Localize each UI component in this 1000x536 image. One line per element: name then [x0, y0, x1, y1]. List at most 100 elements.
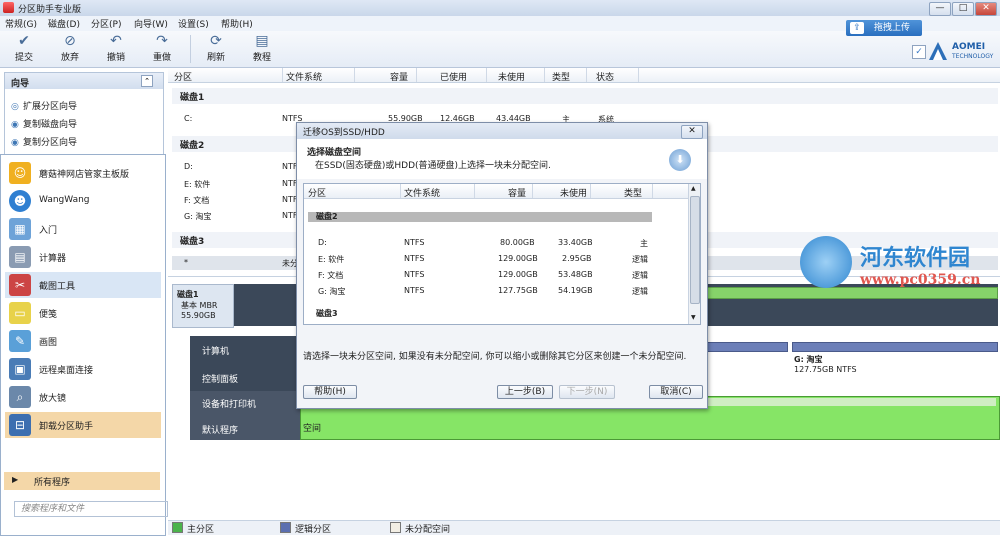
list-item[interactable]: D: NTFS 80.00GB 33.40GB 主	[304, 236, 688, 250]
watermark: 河东软件园 www.pc0359.cn	[800, 236, 1000, 292]
disk1-group: 磁盘1	[172, 88, 998, 104]
scroll-thumb[interactable]	[690, 196, 700, 304]
refresh-label: 刷新	[206, 53, 225, 63]
start-right-default-programs[interactable]: 默认程序	[202, 423, 238, 436]
app-icon	[3, 2, 14, 13]
col-partition[interactable]: 分区	[308, 186, 326, 199]
help-button[interactable]: 帮助(H)	[303, 385, 357, 399]
start-right-control-panel[interactable]: 控制面板	[202, 372, 238, 385]
cancel-button[interactable]: 取消(C)	[649, 385, 703, 399]
start-item-wangwang[interactable]: ☻ WangWang	[5, 188, 161, 214]
partition-g-info[interactable]: G: 淘宝 127.75GB NTFS	[792, 352, 998, 378]
minimize-button[interactable]: —	[929, 2, 951, 16]
menu-partition[interactable]: 分区(P)	[91, 17, 121, 30]
discard-label: 放弃	[60, 53, 79, 63]
start-item-paint[interactable]: ✎ 画图	[5, 328, 161, 354]
apply-button[interactable]: ✔ 提交	[6, 33, 42, 63]
redo-button[interactable]: ↷ 重做	[144, 33, 180, 63]
mogu-icon: ☺	[9, 162, 31, 184]
next-button[interactable]: 下一步(N)	[559, 385, 615, 399]
disk-icon: ⬇	[669, 149, 691, 171]
prev-button[interactable]: 上一步(B)	[497, 385, 553, 399]
menu-help[interactable]: 帮助(H)	[221, 17, 253, 30]
start-item-snipping-tool[interactable]: ✂ 截图工具	[5, 272, 161, 298]
cell-partition: D:	[184, 162, 193, 171]
col-type[interactable]: 类型	[552, 70, 570, 83]
col-capacity[interactable]: 容量	[508, 186, 526, 199]
migrate-os-dialog: 迁移OS到SSD/HDD ✕ 选择磁盘空间 在SSD(固态硬盘)或HDD(普通硬…	[296, 122, 708, 409]
disk1-info[interactable]: 磁盘1 基本 MBR 55.90GB	[172, 284, 234, 328]
option-checkbox[interactable]: ✓	[912, 45, 926, 59]
menu-disk[interactable]: 磁盘(D)	[48, 17, 80, 30]
refresh-button[interactable]: ⟳ 刷新	[198, 33, 234, 63]
copy-disk-icon: ◉	[11, 120, 19, 130]
dialog-close-button[interactable]: ✕	[681, 125, 703, 139]
cell-free: 33.40GB	[558, 238, 593, 247]
col-partition[interactable]: 分区	[174, 70, 192, 83]
upload-button[interactable]: ⇪ 拖拽上传	[846, 20, 922, 36]
col-free[interactable]: 未使用	[498, 70, 525, 83]
close-button[interactable]: ✕	[975, 2, 997, 16]
wizard-item-copy-disk[interactable]: ◉ 复制磁盘向导	[11, 117, 77, 130]
discard-button[interactable]: ⊘ 放弃	[52, 33, 88, 63]
col-capacity[interactable]: 容量	[390, 70, 408, 83]
list-scrollbar[interactable]: ▲ ▼	[688, 184, 700, 324]
scroll-down-icon[interactable]: ▼	[691, 314, 696, 321]
arrow-right-icon: ▶	[12, 475, 19, 484]
getting-started-icon: ▦	[9, 218, 31, 240]
remote-desktop-icon: ▣	[9, 358, 31, 380]
start-item-label: 便笺	[39, 310, 58, 320]
start-item-uninstall[interactable]: ⊟ 卸载分区助手	[5, 412, 161, 438]
collapse-icon[interactable]: ⌃	[141, 75, 153, 87]
cell-partition: G: 淘宝	[184, 212, 212, 221]
col-type[interactable]: 类型	[624, 186, 642, 199]
scroll-up-icon[interactable]: ▲	[691, 185, 696, 192]
start-item-getting-started[interactable]: ▦ 入门	[5, 216, 161, 242]
col-used[interactable]: 已使用	[440, 70, 467, 83]
maximize-button[interactable]: □	[952, 2, 974, 16]
scissors-icon: ✂	[9, 274, 31, 296]
wizard-item-label: 复制分区向导	[23, 138, 78, 148]
disk-group-label: 磁盘2	[316, 212, 338, 221]
wizard-item-copy-partition[interactable]: ◉ 复制分区向导	[11, 135, 77, 148]
upload-icon: ⇪	[850, 22, 864, 34]
disk-group-label: 磁盘1	[180, 93, 205, 103]
undo-button[interactable]: ↶ 撤销	[98, 33, 134, 63]
cell-capacity: 129.00GB	[498, 270, 538, 279]
menu-settings[interactable]: 设置(S)	[178, 17, 209, 30]
tutorial-button[interactable]: ▤ 教程	[244, 33, 280, 63]
start-item-calculator[interactable]: ▤ 计算器	[5, 244, 161, 270]
all-programs[interactable]: ▶ 所有程序	[4, 472, 160, 490]
cell-partition: F: 文档	[318, 271, 344, 280]
col-free[interactable]: 未使用	[560, 186, 587, 199]
start-item-mogu[interactable]: ☺ 蘑菇神网店管家主板版	[5, 160, 161, 186]
cell-filesystem: NTFS	[404, 286, 425, 295]
wizard-item-extend[interactable]: ◎ 扩展分区向导	[11, 99, 77, 112]
menu-general[interactable]: 常规(G)	[5, 17, 37, 30]
search-input[interactable]: 搜索程序和文件	[14, 501, 168, 517]
title-bar: 分区助手专业版 — □ ✕	[0, 0, 1000, 17]
start-item-label: 画图	[39, 338, 58, 348]
start-right-computer[interactable]: 计算机	[202, 344, 229, 357]
col-filesystem[interactable]: 文件系统	[286, 70, 322, 83]
watermark-url: www.pc0359.cn	[860, 272, 981, 288]
partition-f-bar[interactable]	[700, 342, 788, 352]
partition-g-bar[interactable]	[792, 342, 998, 352]
col-filesystem[interactable]: 文件系统	[404, 186, 440, 199]
paint-icon: ✎	[9, 330, 31, 352]
col-status[interactable]: 状态	[596, 70, 614, 83]
list-item[interactable]: G: 淘宝 NTFS 127.75GB 54.19GB 逻辑	[304, 284, 688, 298]
start-item-label: 入门	[39, 226, 58, 236]
all-programs-label: 所有程序	[34, 478, 71, 488]
unallocated-label: 空间	[303, 424, 322, 434]
start-item-remote-desktop[interactable]: ▣ 远程桌面连接	[5, 356, 161, 382]
list-item[interactable]: E: 软件 NTFS 129.00GB 2.95GB 逻辑	[304, 252, 688, 266]
menu-wizard[interactable]: 向导(W)	[134, 17, 168, 30]
start-item-magnifier[interactable]: ⌕ 放大镜	[5, 384, 161, 410]
cell-partition: D:	[318, 238, 327, 247]
copy-partition-icon: ◉	[11, 138, 19, 148]
start-item-sticky-notes[interactable]: ▭ 便笺	[5, 300, 161, 326]
brand-sub: TECHNOLOGY	[952, 53, 994, 60]
list-item[interactable]: F: 文档 NTFS 129.00GB 53.48GB 逻辑	[304, 268, 688, 282]
start-right-devices[interactable]: 设备和打印机	[202, 397, 256, 410]
